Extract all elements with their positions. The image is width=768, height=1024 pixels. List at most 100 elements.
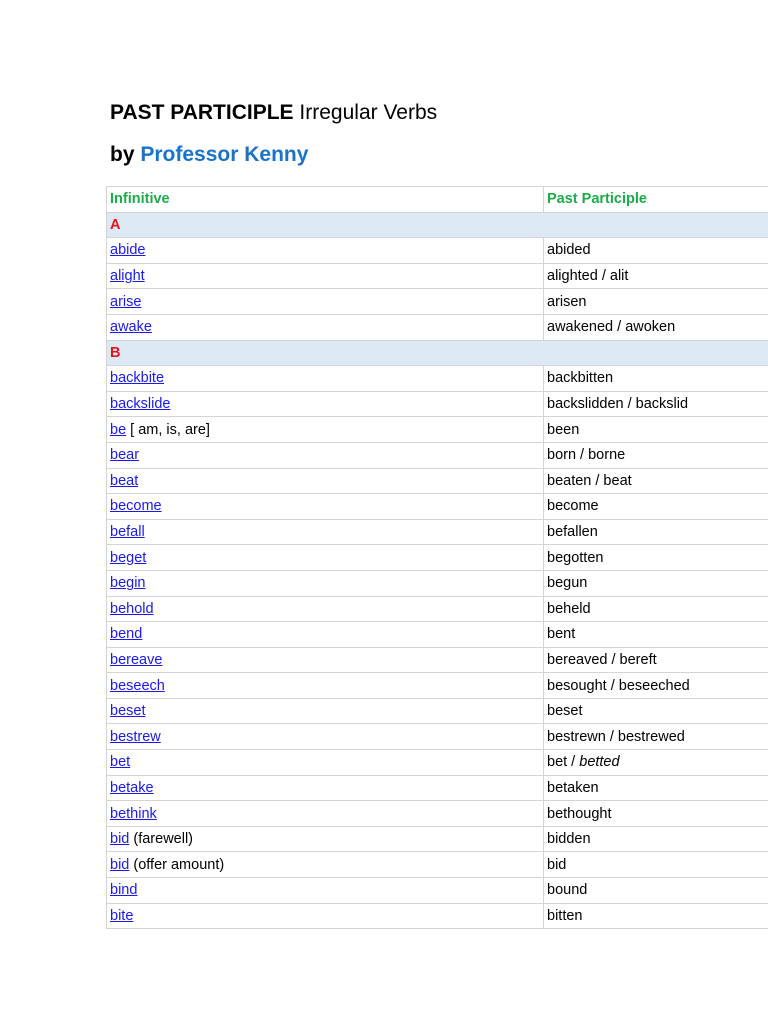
past-participle-text: befallen <box>547 524 598 541</box>
verb-table-body: Infinitive Past Participle Aabide abided a… <box>106 186 768 930</box>
past-participle-cell: bestrewn / bestrewed <box>543 723 768 751</box>
past-participle-cell: arisen <box>543 288 768 315</box>
page-title: PAST PARTICIPLE Irregular Verbs <box>110 99 437 127</box>
past-participle-text: bidden <box>547 831 591 848</box>
verb-link[interactable]: begin <box>110 575 145 591</box>
past-participle-text: bound <box>547 882 588 899</box>
table-row: alight alighted / alit <box>106 262 768 290</box>
past-participle-text: beaten / beat <box>547 472 632 489</box>
verb-link[interactable]: abide <box>110 242 145 258</box>
table-row: backslide backslidden / backslid <box>106 390 768 418</box>
verb-link[interactable]: befall <box>110 524 145 540</box>
table-row: bite bitten <box>106 902 768 930</box>
verb-link[interactable]: betake <box>110 780 154 796</box>
infinitive-cell: befall <box>106 518 544 546</box>
table-row: be [ am, is, are] been <box>106 416 768 443</box>
table-row: beseech besought / beseeched <box>106 672 768 699</box>
past-participle-cell: begun <box>543 569 768 597</box>
verb-link[interactable]: alight <box>110 268 145 284</box>
verb-link[interactable]: bestrew <box>110 729 161 745</box>
verb-link[interactable]: awake <box>110 319 152 335</box>
infinitive-cell: begin <box>106 569 544 597</box>
verb-link[interactable]: bear <box>110 447 139 463</box>
verb-link[interactable]: beget <box>110 550 146 566</box>
past-participle-text: bitten <box>547 907 583 924</box>
verb-link[interactable]: bid <box>110 857 129 873</box>
table-row: bestrew bestrewn / bestrewed <box>106 723 768 751</box>
infinitive-cell: bethink <box>106 800 544 827</box>
past-participle-text: betaken <box>547 779 599 796</box>
past-participle-text: awakened / awoken <box>547 319 676 336</box>
past-participle-text: backbitten <box>547 370 614 387</box>
past-participle-cell: alighted / alit <box>543 262 768 290</box>
infinitive-cell: bereave <box>106 646 544 674</box>
infinitive-cell: beat <box>106 467 544 495</box>
table-row: beget begotten <box>106 544 768 571</box>
past-participle-cell: been <box>543 416 768 443</box>
past-participle-text: beset <box>547 703 583 720</box>
past-participle-text: begotten <box>547 549 604 566</box>
past-participle-cell: beaten / beat <box>543 467 768 495</box>
table-row: awake awakened / awoken <box>106 313 768 341</box>
past-participle-cell: bitten <box>543 902 768 930</box>
verb-link[interactable]: beseech <box>110 678 165 694</box>
table-row: begin begun <box>106 569 768 597</box>
table-row: bear born / borne <box>106 441 768 469</box>
verb-link[interactable]: beset <box>110 703 145 719</box>
infinitive-cell: abide <box>106 237 544 264</box>
verb-link[interactable]: become <box>110 498 162 514</box>
infinitive-cell: bear <box>106 441 544 469</box>
past-participle-cell: awakened / awoken <box>543 313 768 341</box>
verb-link[interactable]: backbite <box>110 370 164 386</box>
table-row: bethink bethought <box>106 800 768 827</box>
verb-link[interactable]: bend <box>110 626 142 642</box>
verb-link[interactable]: arise <box>110 294 141 310</box>
verb-note: [ am, is, are] <box>126 421 210 438</box>
past-participle-cell: beheld <box>543 595 768 623</box>
verb-link[interactable]: beat <box>110 473 138 489</box>
table-row: bereave bereaved / bereft <box>106 646 768 674</box>
table-row: bid (farewell) bidden <box>106 825 768 853</box>
infinitive-cell: bite <box>106 902 544 930</box>
past-participle-cell: backbitten <box>543 365 768 392</box>
table-row: befall befallen <box>106 518 768 546</box>
infinitive-cell: bend <box>106 621 544 648</box>
verb-link[interactable]: bind <box>110 882 137 898</box>
table-row: bend bent <box>106 621 768 648</box>
past-participle-text: beheld <box>547 600 591 617</box>
past-participle-cell: bid <box>543 851 768 879</box>
infinitive-cell: alight <box>106 262 544 290</box>
past-participle-text: born / borne <box>547 447 626 464</box>
past-participle-text: bent <box>547 626 576 643</box>
verb-link[interactable]: bethink <box>110 806 157 822</box>
infinitive-cell: betake <box>106 774 544 802</box>
infinitive-cell: backbite <box>106 365 544 392</box>
past-participle-cell: bidden <box>543 825 768 853</box>
past-participle-text: bereaved / bereft <box>547 651 657 668</box>
verb-link[interactable]: be <box>110 422 126 438</box>
verb-link[interactable]: backslide <box>110 396 170 412</box>
verb-link[interactable]: behold <box>110 601 154 617</box>
infinitive-cell: bind <box>106 877 544 904</box>
infinitive-cell: be [ am, is, are] <box>106 416 544 443</box>
past-participle-cell: betaken <box>543 774 768 802</box>
past-participle-text: alighted / alit <box>547 268 629 285</box>
past-participle-cell: beset <box>543 697 768 725</box>
past-participle-cell: become <box>543 493 768 520</box>
table-row: bet bet / betted <box>106 749 768 776</box>
author-name: Professor Kenny <box>140 143 309 166</box>
infinitive-cell: beget <box>106 544 544 571</box>
section-letter-row: B <box>106 339 768 367</box>
past-participle-alt: betted <box>579 754 620 771</box>
infinitive-cell: arise <box>106 288 544 315</box>
verb-link[interactable]: bid <box>110 831 129 847</box>
past-participle-cell: bet / betted <box>543 749 768 776</box>
verb-link[interactable]: bite <box>110 908 133 924</box>
past-participle-cell: befallen <box>543 518 768 546</box>
verb-link[interactable]: bet <box>110 754 130 770</box>
infinitive-cell: beset <box>106 697 544 725</box>
table-header-row: Infinitive Past Participle <box>106 186 768 213</box>
verb-link[interactable]: bereave <box>110 652 162 668</box>
table-row: bid (offer amount) bid <box>106 851 768 879</box>
past-participle-cell: bound <box>543 877 768 904</box>
